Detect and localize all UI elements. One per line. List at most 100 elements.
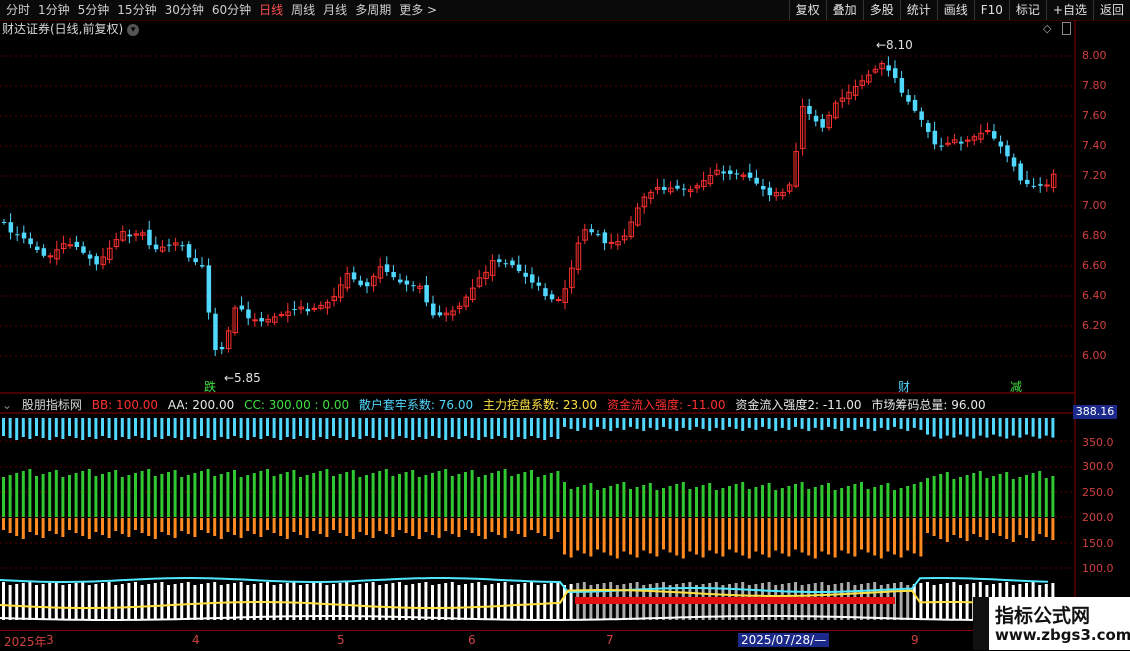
retail-bar xyxy=(464,418,467,436)
retail-bar xyxy=(101,418,104,436)
volume-bar xyxy=(15,584,19,620)
retail-bar xyxy=(54,418,58,437)
control-bar xyxy=(747,489,751,517)
inflow-bar xyxy=(312,518,316,531)
inflow-bar xyxy=(180,518,184,531)
candle-body xyxy=(252,319,258,322)
volume-bar xyxy=(912,584,916,620)
candle-body xyxy=(87,254,93,259)
control-bar xyxy=(490,473,494,517)
control-bar xyxy=(147,469,151,517)
control-bar xyxy=(325,469,329,517)
inflow-bar xyxy=(721,518,725,557)
retail-bar xyxy=(879,418,883,428)
candle-body xyxy=(94,256,99,265)
retail-bar xyxy=(1044,418,1048,436)
control-bar xyxy=(351,470,355,517)
inflow-bar xyxy=(325,518,329,537)
volume-bar xyxy=(292,582,296,620)
indicator-name[interactable]: 股朋指标网 xyxy=(22,398,82,412)
candle-body xyxy=(926,122,931,132)
inflow-bar xyxy=(853,518,857,557)
control-bar xyxy=(219,474,223,517)
candle-body xyxy=(523,272,528,277)
candle-body xyxy=(28,238,33,245)
candle-body xyxy=(167,244,172,246)
control-bar xyxy=(318,471,322,517)
inflow-bar xyxy=(2,518,5,530)
control-bar xyxy=(1031,473,1035,517)
candle-body xyxy=(391,271,396,278)
retail-bar xyxy=(437,418,441,438)
control-bar xyxy=(536,477,540,517)
inflow-bar xyxy=(761,518,764,555)
retail-bar xyxy=(140,418,144,438)
candle-body xyxy=(292,308,297,310)
volume-bar xyxy=(510,585,514,620)
retail-bar xyxy=(906,418,910,431)
year-label: 2025年 xyxy=(4,635,47,649)
inflow-bar xyxy=(926,518,929,533)
retail-bar xyxy=(972,418,976,439)
control-bar xyxy=(464,472,467,517)
retail-bar xyxy=(219,418,223,437)
volume-bar xyxy=(450,582,454,620)
inflow-bar xyxy=(233,518,236,535)
month-label: 9 xyxy=(911,633,919,647)
control-bar xyxy=(365,475,368,517)
price-tick: 6.00 xyxy=(1082,349,1107,362)
retail-bar xyxy=(259,418,263,439)
volume-bar xyxy=(54,582,58,620)
inflow-bar xyxy=(272,518,276,533)
candle-body xyxy=(1005,145,1010,157)
retail-bar xyxy=(147,418,151,440)
candle-body xyxy=(180,245,185,247)
candle-body xyxy=(984,130,991,133)
retail-bar xyxy=(483,418,487,437)
candle-body xyxy=(820,119,825,128)
retail-bar xyxy=(193,418,197,439)
retail-bar xyxy=(48,418,52,440)
reduce-marker: 减 xyxy=(1010,380,1022,394)
retail-bar xyxy=(873,418,877,431)
retail-bar xyxy=(114,418,118,440)
retail-bar xyxy=(424,418,428,439)
retail-bar xyxy=(173,418,177,438)
control-bar xyxy=(965,475,969,517)
volume-bar xyxy=(464,584,467,620)
control-bar xyxy=(398,474,401,517)
control-bar xyxy=(516,474,520,517)
candle-body xyxy=(431,303,436,316)
control-bar xyxy=(206,469,210,517)
retail-bar xyxy=(1018,418,1022,438)
retail-bar xyxy=(774,418,778,431)
candle-body xyxy=(67,244,73,247)
volume-bar xyxy=(378,585,382,620)
control-bar xyxy=(642,485,646,517)
control-bar xyxy=(54,470,58,517)
retail-bar xyxy=(622,418,626,430)
candle-body xyxy=(384,264,390,272)
inflow-bar xyxy=(444,518,448,531)
inflow-bar xyxy=(985,518,989,540)
retail-bar xyxy=(279,418,283,440)
volume-bar xyxy=(470,583,474,620)
inflow-bar xyxy=(94,518,98,532)
watermark: 指标公式网 www.zbgs3.com xyxy=(973,597,1130,650)
inflow-bar xyxy=(68,518,71,530)
inflow-bar xyxy=(477,518,481,536)
control-bar xyxy=(602,488,606,517)
retail-bar xyxy=(444,418,448,440)
chart-canvas[interactable]: ←8.10 ←5.85 跌 财 减 xyxy=(0,0,1130,650)
volume-bar xyxy=(186,582,190,620)
retail-bar xyxy=(754,418,758,430)
retail-bar xyxy=(978,418,982,436)
candle-body xyxy=(959,141,964,144)
retail-bar xyxy=(846,418,850,428)
control-bar xyxy=(721,488,725,517)
candle-body xyxy=(311,307,318,310)
candle-body xyxy=(945,142,951,145)
inflow-bar xyxy=(391,518,395,537)
collapse-icon[interactable]: ⌄ xyxy=(2,398,12,412)
retail-bar xyxy=(239,418,243,438)
